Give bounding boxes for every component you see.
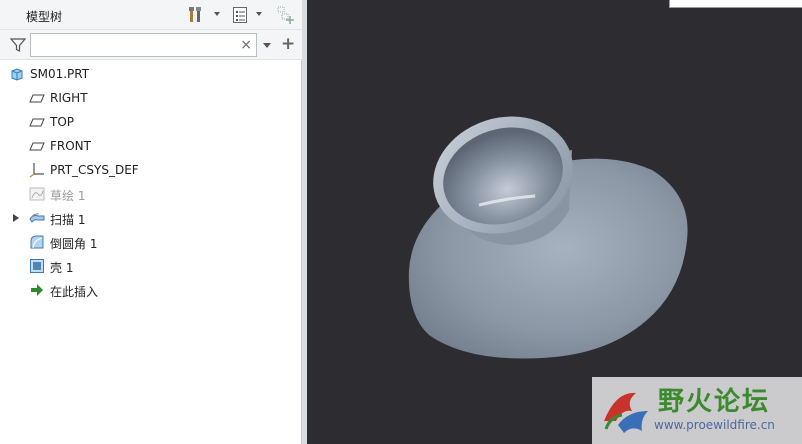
tree-item-shell[interactable]: 壳 1: [0, 254, 302, 278]
datum-plane-icon: [29, 138, 45, 154]
tree-item-round[interactable]: 倒圆角 1: [0, 230, 302, 254]
coordinate-system-icon: [29, 162, 45, 178]
datum-plane-icon: [29, 90, 45, 106]
round-icon: [29, 234, 45, 250]
tree-item-front[interactable]: FRONT: [0, 134, 302, 158]
watermark: 野火论坛 www.proewildfire.cn: [592, 377, 802, 444]
watermark-title: 野火论坛: [658, 387, 771, 417]
tree-item-label: FRONT: [50, 139, 91, 153]
tree-item-label: 草绘 1: [50, 189, 86, 203]
clear-icon[interactable]: ×: [240, 36, 252, 54]
tree-item-label: SM01.PRT: [30, 67, 90, 81]
tree-columns-icon[interactable]: [230, 5, 250, 25]
tree-item-label: 倒圆角 1: [50, 237, 98, 251]
sketch-icon: [29, 186, 45, 202]
add-icon[interactable]: +: [281, 35, 295, 53]
model-tree-panel: 模型树 × + SM01.PRT RIGHT TOP FRONT PRT_CSY…: [0, 0, 302, 444]
tree-item-label: 在此插入: [50, 285, 99, 299]
datum-plane-icon: [29, 114, 45, 130]
panel-title: 模型树: [26, 10, 63, 24]
show-hide-icon[interactable]: [276, 5, 296, 25]
tree-item-label: PRT_CSYS_DEF: [50, 163, 139, 177]
shell-icon: [29, 258, 45, 274]
model-tree-header: 模型树: [0, 0, 302, 30]
tree-item-insert-here[interactable]: 在此插入: [0, 278, 302, 302]
watermark-logo-icon: [604, 392, 648, 433]
expand-arrow-icon[interactable]: [13, 214, 19, 222]
tree-item-label: 壳 1: [50, 261, 74, 275]
search-input[interactable]: [31, 34, 231, 56]
tree-item-top[interactable]: TOP: [0, 110, 302, 134]
filter-icon[interactable]: [9, 37, 27, 53]
tree-item-label: TOP: [50, 115, 75, 129]
model-tree: SM01.PRT RIGHT TOP FRONT PRT_CSYS_DEF 草绘…: [0, 62, 302, 302]
tree-item-right[interactable]: RIGHT: [0, 86, 302, 110]
graphics-window[interactable]: 野火论坛 www.proewildfire.cn: [307, 0, 802, 444]
insert-arrow-icon: [29, 282, 45, 298]
search-dropdown-icon[interactable]: [263, 43, 271, 48]
filter-row: × +: [0, 30, 302, 60]
search-box: ×: [30, 33, 257, 57]
settings-dropdown-icon[interactable]: [214, 12, 220, 16]
settings-tools-icon[interactable]: [186, 5, 206, 25]
sweep-icon: [29, 210, 45, 226]
tree-item-root[interactable]: SM01.PRT: [0, 62, 302, 86]
tree-item-sweep[interactable]: 扫描 1: [0, 206, 302, 230]
tree-columns-dropdown-icon[interactable]: [256, 12, 262, 16]
watermark-url: www.proewildfire.cn: [654, 418, 775, 432]
part-icon: [9, 66, 25, 82]
tree-item-csys[interactable]: PRT_CSYS_DEF: [0, 158, 302, 182]
tree-item-label: 扫描 1: [50, 213, 86, 227]
tree-item-sketch[interactable]: 草绘 1: [0, 182, 302, 206]
tree-item-label: RIGHT: [50, 91, 88, 105]
